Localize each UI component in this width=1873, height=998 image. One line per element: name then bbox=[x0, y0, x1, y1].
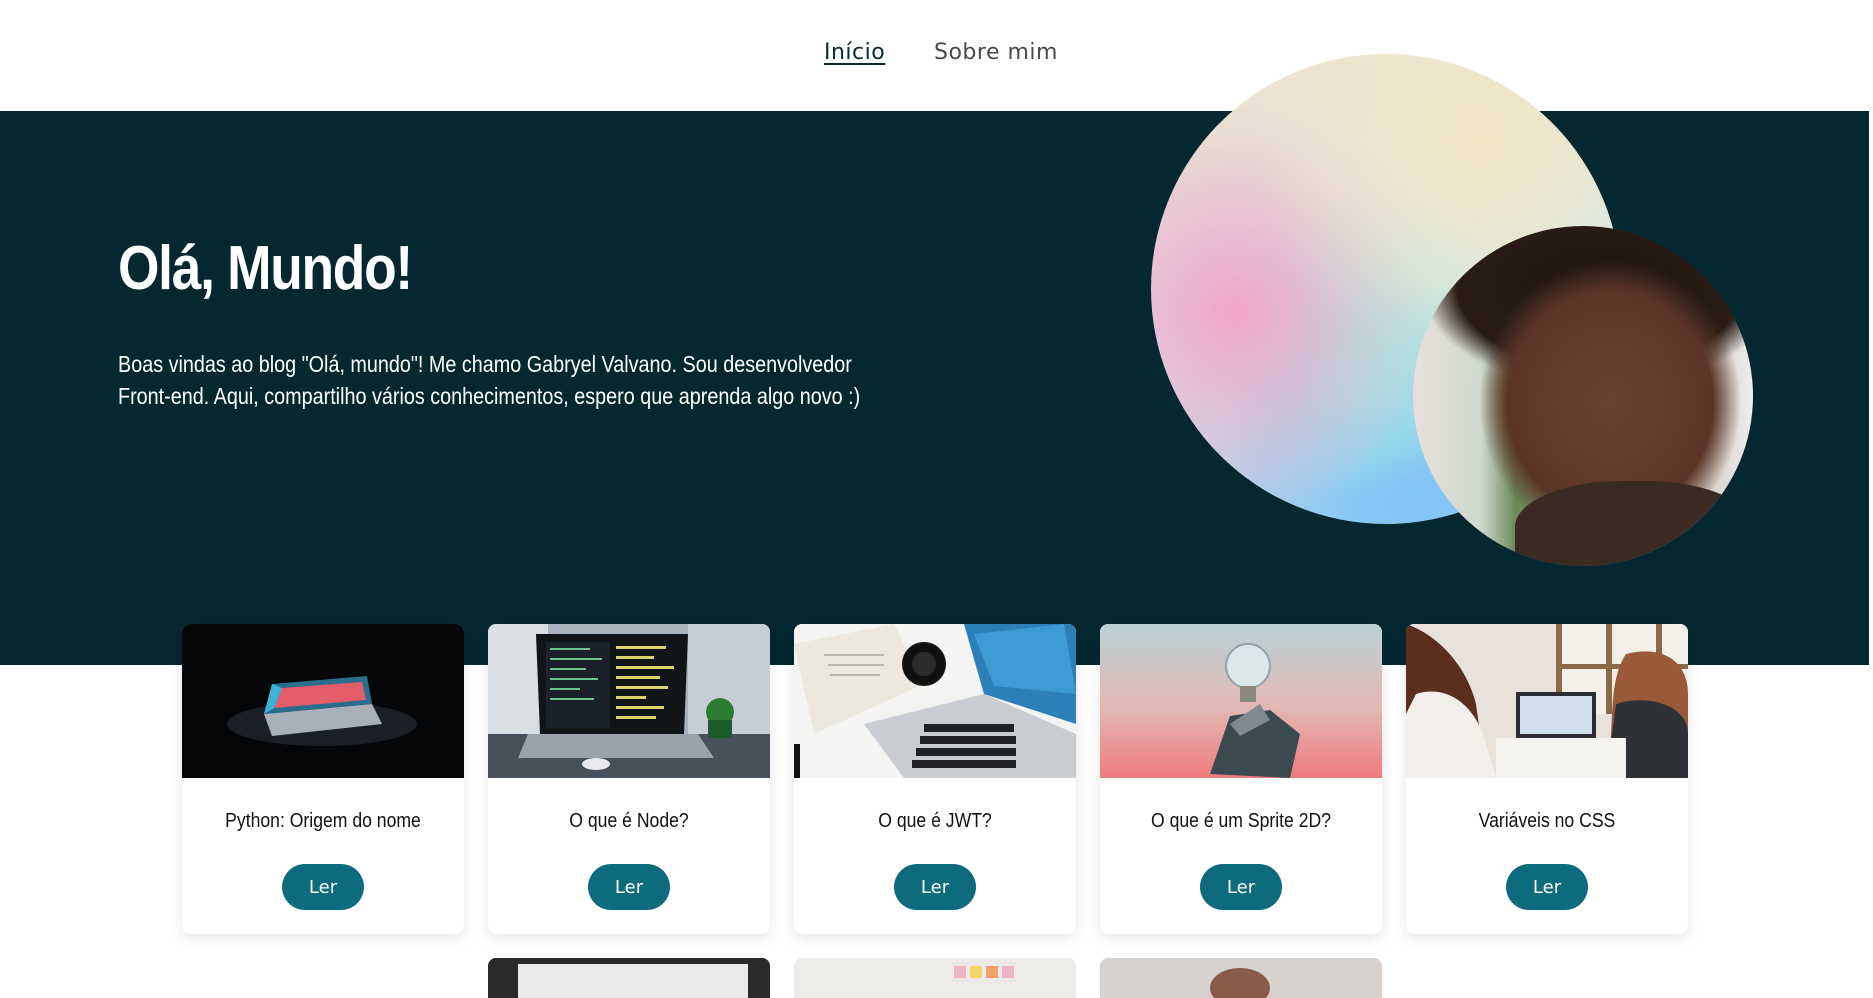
article-card-next-row bbox=[1100, 958, 1382, 998]
scrollbar[interactable] bbox=[1869, 0, 1873, 977]
read-button[interactable]: Ler bbox=[588, 864, 670, 910]
article-thumbnail-partial bbox=[794, 958, 1076, 998]
article-card: Python: Origem do nome Ler bbox=[182, 624, 464, 934]
article-card: O que é um Sprite 2D? Ler bbox=[1100, 624, 1382, 934]
article-title: O que é JWT? bbox=[878, 810, 992, 832]
article-card-next-row bbox=[488, 958, 770, 998]
read-button[interactable]: Ler bbox=[1506, 864, 1588, 910]
article-thumbnail-laptop-code bbox=[488, 624, 770, 778]
article-thumbnail-lightbulb bbox=[1100, 624, 1382, 778]
article-title: Python: Origem do nome bbox=[225, 810, 421, 832]
article-title: O que é Node? bbox=[569, 810, 689, 832]
profile-photo-avatar bbox=[1413, 226, 1753, 566]
article-thumbnail-laptop-desk bbox=[794, 624, 1076, 778]
hero-description: Boas vindas ao blog "Olá, mundo"! Me cha… bbox=[118, 351, 861, 409]
hero-title: Olá, Mundo! bbox=[118, 234, 413, 303]
article-card: O que é Node? Ler bbox=[488, 624, 770, 934]
article-thumbnail-partial bbox=[488, 958, 770, 998]
article-thumbnail-partial bbox=[1100, 958, 1382, 998]
nav-link-sobre-mim[interactable]: Sobre mim bbox=[934, 40, 1058, 65]
read-button[interactable]: Ler bbox=[894, 864, 976, 910]
avatar-shirt bbox=[1515, 481, 1753, 566]
article-title: Variáveis no CSS bbox=[1478, 810, 1616, 832]
article-card: Variáveis no CSS Ler bbox=[1406, 624, 1688, 934]
article-card-next-row bbox=[794, 958, 1076, 998]
article-card: O que é JWT? Ler bbox=[794, 624, 1076, 934]
read-button[interactable]: Ler bbox=[282, 864, 364, 910]
article-title: O que é um Sprite 2D? bbox=[1150, 810, 1332, 832]
read-button[interactable]: Ler bbox=[1200, 864, 1282, 910]
article-thumbnail-people-computer bbox=[1406, 624, 1688, 778]
article-thumbnail-dark-laptop bbox=[182, 624, 464, 778]
nav-link-inicio[interactable]: Início bbox=[824, 40, 885, 65]
top-nav: Início Sobre mim bbox=[0, 0, 1873, 111]
